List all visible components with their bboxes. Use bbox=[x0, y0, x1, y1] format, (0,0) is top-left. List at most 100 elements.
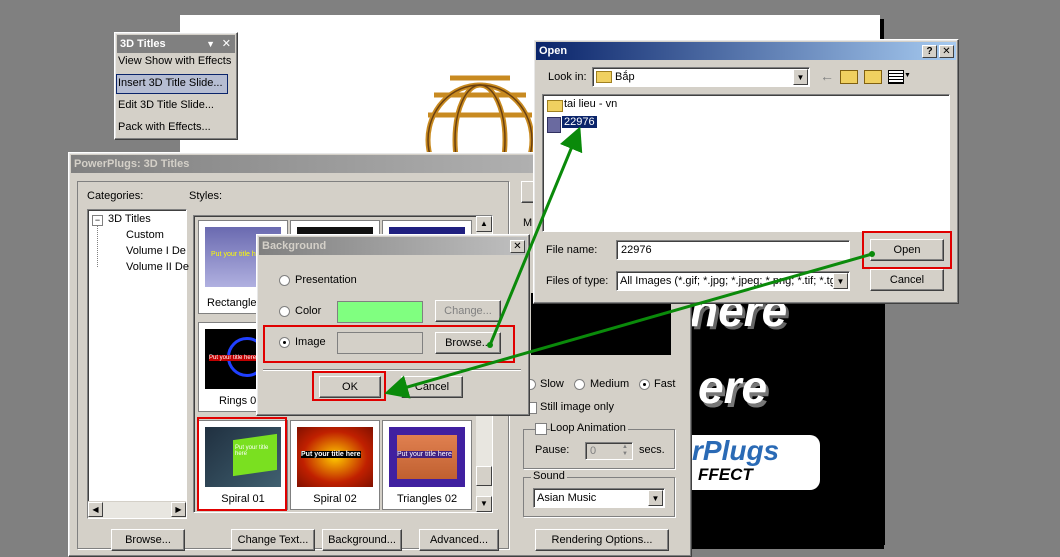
background-dialog: Background ✕ Presentation Color Change..… bbox=[256, 234, 530, 416]
pause-input[interactable]: 0 ▲ ▼ bbox=[585, 442, 633, 460]
tree-item-3d-titles[interactable]: 3D Titles bbox=[108, 213, 151, 225]
style-caption: Triangles 02 bbox=[396, 493, 458, 505]
style-thumb-spiral-02[interactable]: Put your title here Spiral 02 bbox=[290, 420, 380, 510]
loop-animation-checkbox[interactable] bbox=[535, 423, 547, 435]
rendering-options-button[interactable]: Rendering Options... bbox=[535, 529, 669, 551]
pause-value: 0 bbox=[590, 445, 597, 457]
tree-item-volume-1[interactable]: Volume I De bbox=[126, 245, 186, 257]
spinner-icon[interactable]: ▲ ▼ bbox=[619, 444, 631, 458]
look-in-value: Bắp bbox=[615, 71, 635, 83]
scroll-up-icon[interactable]: ▲ bbox=[476, 216, 492, 232]
files-of-type-label: Files of type: bbox=[546, 275, 609, 287]
menu-item-pack[interactable]: Pack with Effects... bbox=[118, 121, 211, 133]
close-icon[interactable]: ✕ bbox=[222, 35, 231, 53]
background-button[interactable]: Background... bbox=[322, 529, 402, 551]
files-of-type-value: All Images (*.gif; *.jpg; *.jpeg; *.png;… bbox=[620, 275, 842, 287]
menu-item-edit[interactable]: Edit 3D Title Slide... bbox=[118, 99, 214, 111]
menu-item-view-show[interactable]: View Show with Effects bbox=[118, 55, 231, 67]
advanced-button[interactable]: Advanced... bbox=[419, 529, 499, 551]
open-cancel-button[interactable]: Cancel bbox=[870, 269, 944, 291]
preview-text-bottom: ere bbox=[698, 361, 768, 413]
thumb-text: Put your title here bbox=[397, 451, 452, 458]
highlight-open bbox=[862, 231, 952, 269]
thumb-text: Put your title here bbox=[209, 355, 257, 361]
category-tree[interactable]: − 3D Titles Custom Volume I De Volume II… bbox=[87, 209, 189, 519]
logo-text: rPlugs bbox=[692, 435, 780, 466]
file-name-value: 22976 bbox=[621, 244, 652, 256]
still-image-label: Still image only bbox=[540, 401, 614, 413]
change-label: Change... bbox=[444, 305, 492, 317]
toolbar-titlebar[interactable]: 3D Titles ▼ ✕ bbox=[117, 35, 235, 53]
secs-label: secs. bbox=[639, 444, 665, 456]
chevron-down-icon[interactable]: ▼ bbox=[904, 72, 911, 79]
speed-medium-radio[interactable] bbox=[574, 379, 585, 390]
style-caption: Spiral 02 bbox=[313, 493, 357, 505]
presentation-label: Presentation bbox=[295, 274, 357, 286]
tree-hscrollbar[interactable]: ◀ ▶ bbox=[88, 501, 186, 518]
rendering-label: Rendering Options... bbox=[551, 534, 653, 546]
file-name-input[interactable]: 22976 bbox=[616, 240, 850, 260]
file-item-22976[interactable]: 22976 bbox=[562, 116, 597, 128]
close-icon[interactable]: ✕ bbox=[510, 240, 525, 253]
toolbar-3d-titles: 3D Titles ▼ ✕ View Show with Effects Ins… bbox=[114, 32, 238, 140]
close-icon[interactable]: ✕ bbox=[939, 45, 954, 58]
file-list[interactable]: tai lieu - vn 22976 bbox=[542, 94, 950, 232]
divider bbox=[263, 369, 521, 371]
open-dialog: Open ? ✕ Look in: Bắp ▼ ← ▼ tai lieu - v… bbox=[533, 39, 959, 304]
pause-label: Pause: bbox=[535, 444, 570, 456]
change-text-button[interactable]: Change Text... bbox=[231, 529, 315, 551]
chevron-down-icon[interactable]: ▼ bbox=[648, 490, 663, 506]
speed-medium-label: Medium bbox=[590, 378, 630, 390]
background-label: Background... bbox=[328, 534, 396, 546]
up-folder-icon[interactable] bbox=[840, 70, 858, 84]
tree-line bbox=[97, 225, 99, 267]
browse-button[interactable]: Browse... bbox=[111, 529, 185, 551]
file-item-folder[interactable]: tai lieu - vn bbox=[564, 98, 617, 110]
tree-item-custom[interactable]: Custom bbox=[126, 229, 164, 241]
loop-animation-label: Loop Animation bbox=[550, 422, 628, 434]
chevron-down-icon[interactable]: ▼ bbox=[793, 69, 808, 85]
look-in-select[interactable]: Bắp ▼ bbox=[592, 67, 810, 87]
tree-item-volume-2[interactable]: Volume II De bbox=[126, 261, 189, 273]
advanced-label: Advanced... bbox=[429, 534, 489, 546]
scroll-left-icon[interactable]: ◀ bbox=[88, 502, 103, 517]
highlight-ok bbox=[312, 371, 386, 401]
change-button[interactable]: Change... bbox=[435, 300, 501, 322]
highlight-image-row bbox=[263, 325, 515, 363]
chevron-down-icon[interactable]: ▼ bbox=[206, 35, 215, 53]
back-arrow-icon[interactable]: ← bbox=[820, 68, 834, 84]
thumb-text: Put your title here bbox=[301, 451, 361, 458]
help-icon[interactable]: ? bbox=[922, 45, 937, 58]
open-titlebar[interactable]: Open ? ✕ bbox=[536, 42, 956, 60]
globe-graphic bbox=[425, 75, 535, 160]
color-label: Color bbox=[295, 305, 322, 317]
color-radio[interactable] bbox=[279, 306, 290, 317]
preview-panel: here ere rPlugs FFECT bbox=[690, 290, 885, 545]
files-of-type-select[interactable]: All Images (*.gif; *.jpg; *.jpeg; *.png;… bbox=[616, 271, 850, 291]
speed-fast-radio[interactable] bbox=[639, 379, 650, 390]
browse-label: Browse... bbox=[125, 534, 171, 546]
cancel-button[interactable]: Cancel bbox=[401, 376, 463, 398]
menu-item-insert[interactable]: Insert 3D Title Slide... bbox=[118, 77, 223, 89]
background-titlebar[interactable]: Background ✕ bbox=[259, 237, 527, 255]
background-title: Background bbox=[262, 240, 327, 252]
scroll-down-icon[interactable]: ▼ bbox=[476, 496, 492, 512]
cancel-label: Cancel bbox=[414, 381, 450, 393]
file-name-label: File name: bbox=[546, 244, 598, 256]
chevron-down-icon[interactable]: ▼ bbox=[833, 273, 848, 289]
style-thumb-triangles-02[interactable]: Put your title here Triangles 02 bbox=[382, 420, 472, 510]
scroll-right-icon[interactable]: ▶ bbox=[171, 502, 186, 517]
image-file-icon bbox=[547, 117, 561, 133]
main-dialog-title: PowerPlugs: 3D Titles bbox=[74, 158, 190, 170]
look-in-label: Look in: bbox=[548, 71, 587, 83]
folder-icon bbox=[596, 71, 612, 83]
speed-fast-label: Fast bbox=[654, 378, 676, 390]
view-menu-icon[interactable] bbox=[888, 70, 904, 84]
highlight-spiral-01 bbox=[197, 417, 287, 511]
presentation-radio[interactable] bbox=[279, 275, 290, 286]
new-folder-icon[interactable] bbox=[864, 70, 882, 84]
scroll-thumb[interactable] bbox=[476, 466, 492, 486]
color-swatch[interactable] bbox=[337, 301, 423, 323]
categories-label: Categories: bbox=[87, 190, 144, 202]
sound-select[interactable]: Asian Music ▼ bbox=[533, 488, 665, 508]
